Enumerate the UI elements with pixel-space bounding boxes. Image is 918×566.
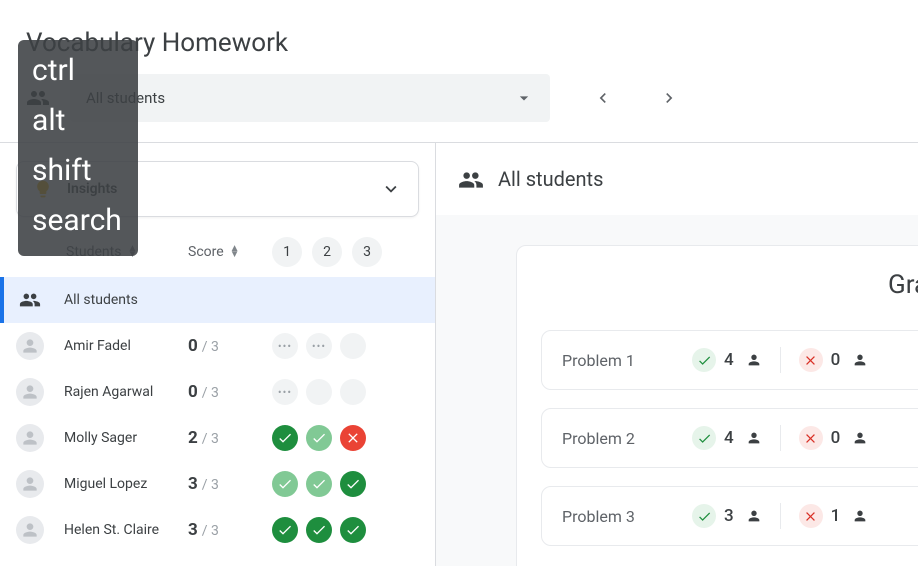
cross-icon xyxy=(799,426,823,450)
key-search: search xyxy=(32,196,122,246)
wrong-count: 0 xyxy=(831,350,841,370)
status-empty-icon xyxy=(340,379,366,405)
student-row[interactable]: Rajen Agarwal0/ 3 ••• xyxy=(0,369,435,415)
cross-icon xyxy=(799,504,823,528)
student-row[interactable]: Molly Sager2/ 3 xyxy=(0,415,435,461)
score-value: 3 xyxy=(188,520,198,540)
status-correct-icon xyxy=(272,517,298,543)
sort-icon: ▲▼ xyxy=(230,246,240,258)
next-student-button[interactable] xyxy=(651,80,687,116)
person-icon xyxy=(852,508,868,524)
status-correct-icon xyxy=(272,471,298,497)
student-name: Molly Sager xyxy=(64,430,188,446)
key-shift: shift xyxy=(32,146,122,196)
card-title: Gram xyxy=(541,270,918,300)
avatar xyxy=(16,516,44,544)
score-denominator: / 3 xyxy=(202,385,219,401)
score-value: 3 xyxy=(188,474,198,494)
divider xyxy=(780,503,781,529)
person-icon xyxy=(852,430,868,446)
avatar xyxy=(16,378,44,406)
status-correct-icon xyxy=(306,471,332,497)
status-pending-icon: ••• xyxy=(272,379,298,405)
score-denominator: / 3 xyxy=(202,339,219,355)
people-icon xyxy=(16,286,44,314)
avatar xyxy=(16,332,44,360)
status-correct-icon xyxy=(340,517,366,543)
student-name: Rajen Agarwal xyxy=(64,384,188,400)
problem-summary-row[interactable]: Problem 2 4 0 xyxy=(541,408,918,468)
person-icon xyxy=(746,508,762,524)
student-row[interactable]: Helen St. Claire3/ 3 xyxy=(0,507,435,553)
check-icon xyxy=(692,504,716,528)
divider xyxy=(780,425,781,451)
student-row[interactable]: Miguel Lopez3/ 3 xyxy=(0,461,435,507)
status-correct-icon xyxy=(272,425,298,451)
score-denominator: / 3 xyxy=(202,431,219,447)
chevron-down-icon xyxy=(380,178,402,200)
student-name: All students xyxy=(64,292,188,308)
correct-count: 3 xyxy=(724,506,734,526)
status-empty-icon xyxy=(340,333,366,359)
student-filter-dropdown[interactable]: All students xyxy=(70,74,550,122)
problem-label: Problem 2 xyxy=(562,429,692,448)
all-students-row[interactable]: All students xyxy=(0,277,435,323)
dropdown-caret-icon xyxy=(514,88,534,108)
key-alt: alt xyxy=(32,96,122,146)
score-value: 0 xyxy=(188,336,198,356)
student-name: Amir Fadel xyxy=(64,338,188,354)
keyboard-modifier-overlay: ctrl alt shift search xyxy=(18,40,138,256)
problem-label: Problem 3 xyxy=(562,507,692,526)
status-pending-icon: ••• xyxy=(306,333,332,359)
status-wrong-icon xyxy=(340,425,366,451)
divider xyxy=(780,347,781,373)
right-panel: All students Gram Problem 1 4 0 Problem 2 4 0… xyxy=(436,143,918,566)
problem-label: Problem 1 xyxy=(562,351,692,370)
key-ctrl: ctrl xyxy=(32,46,122,96)
student-row[interactable]: Amir Fadel0/ 3 ••• ••• xyxy=(0,323,435,369)
right-header-title: All students xyxy=(498,167,603,191)
person-icon xyxy=(746,430,762,446)
status-pending-icon: ••• xyxy=(272,333,298,359)
people-icon xyxy=(458,167,482,191)
problem-pill-1[interactable]: 1 xyxy=(272,237,302,267)
check-icon xyxy=(692,348,716,372)
student-name: Helen St. Claire xyxy=(64,522,188,538)
status-correct-icon xyxy=(306,425,332,451)
status-correct-icon xyxy=(340,471,366,497)
status-empty-icon xyxy=(306,379,332,405)
problem-summary-row[interactable]: Problem 1 4 0 xyxy=(541,330,918,390)
score-value: 0 xyxy=(188,382,198,402)
score-column-header[interactable]: Score ▲▼ xyxy=(188,244,272,260)
problem-summary-row[interactable]: Problem 3 3 1 xyxy=(541,486,918,546)
problem-pill-3[interactable]: 3 xyxy=(352,237,382,267)
cross-icon xyxy=(799,348,823,372)
wrong-count: 1 xyxy=(831,506,841,526)
person-icon xyxy=(746,352,762,368)
prev-student-button[interactable] xyxy=(585,80,621,116)
check-icon xyxy=(692,426,716,450)
student-name: Miguel Lopez xyxy=(64,476,188,492)
avatar xyxy=(16,470,44,498)
status-correct-icon xyxy=(306,517,332,543)
person-icon xyxy=(852,352,868,368)
avatar xyxy=(16,424,44,452)
problem-pill-2[interactable]: 2 xyxy=(312,237,342,267)
score-denominator: / 3 xyxy=(202,477,219,493)
correct-count: 4 xyxy=(724,428,734,448)
wrong-count: 0 xyxy=(831,428,841,448)
correct-count: 4 xyxy=(724,350,734,370)
score-denominator: / 3 xyxy=(202,523,219,539)
score-value: 2 xyxy=(188,428,198,448)
summary-card: Gram Problem 1 4 0 Problem 2 4 0 Problem 3 3 1 xyxy=(516,245,918,566)
